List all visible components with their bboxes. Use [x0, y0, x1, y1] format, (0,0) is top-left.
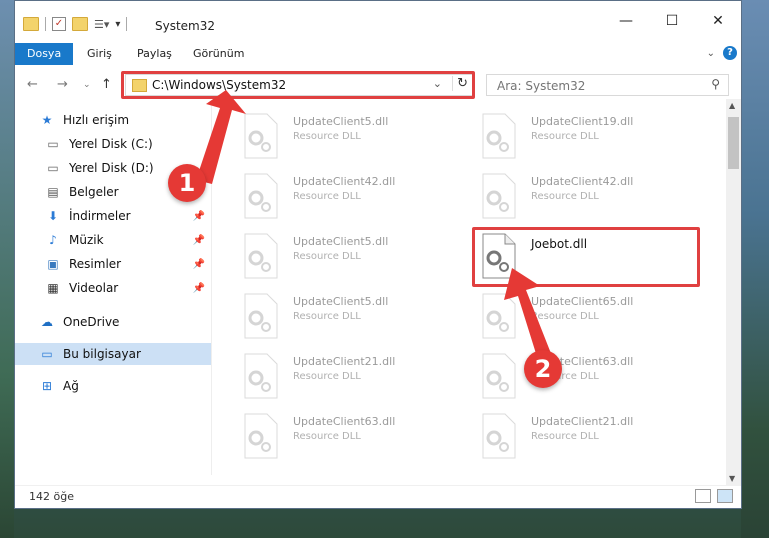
step-badge-2: 2 — [524, 350, 562, 388]
arrow-2 — [504, 268, 552, 360]
arrow-1 — [196, 90, 246, 184]
annotation-arrows — [196, 90, 552, 360]
step-badge-1: 1 — [168, 164, 206, 202]
